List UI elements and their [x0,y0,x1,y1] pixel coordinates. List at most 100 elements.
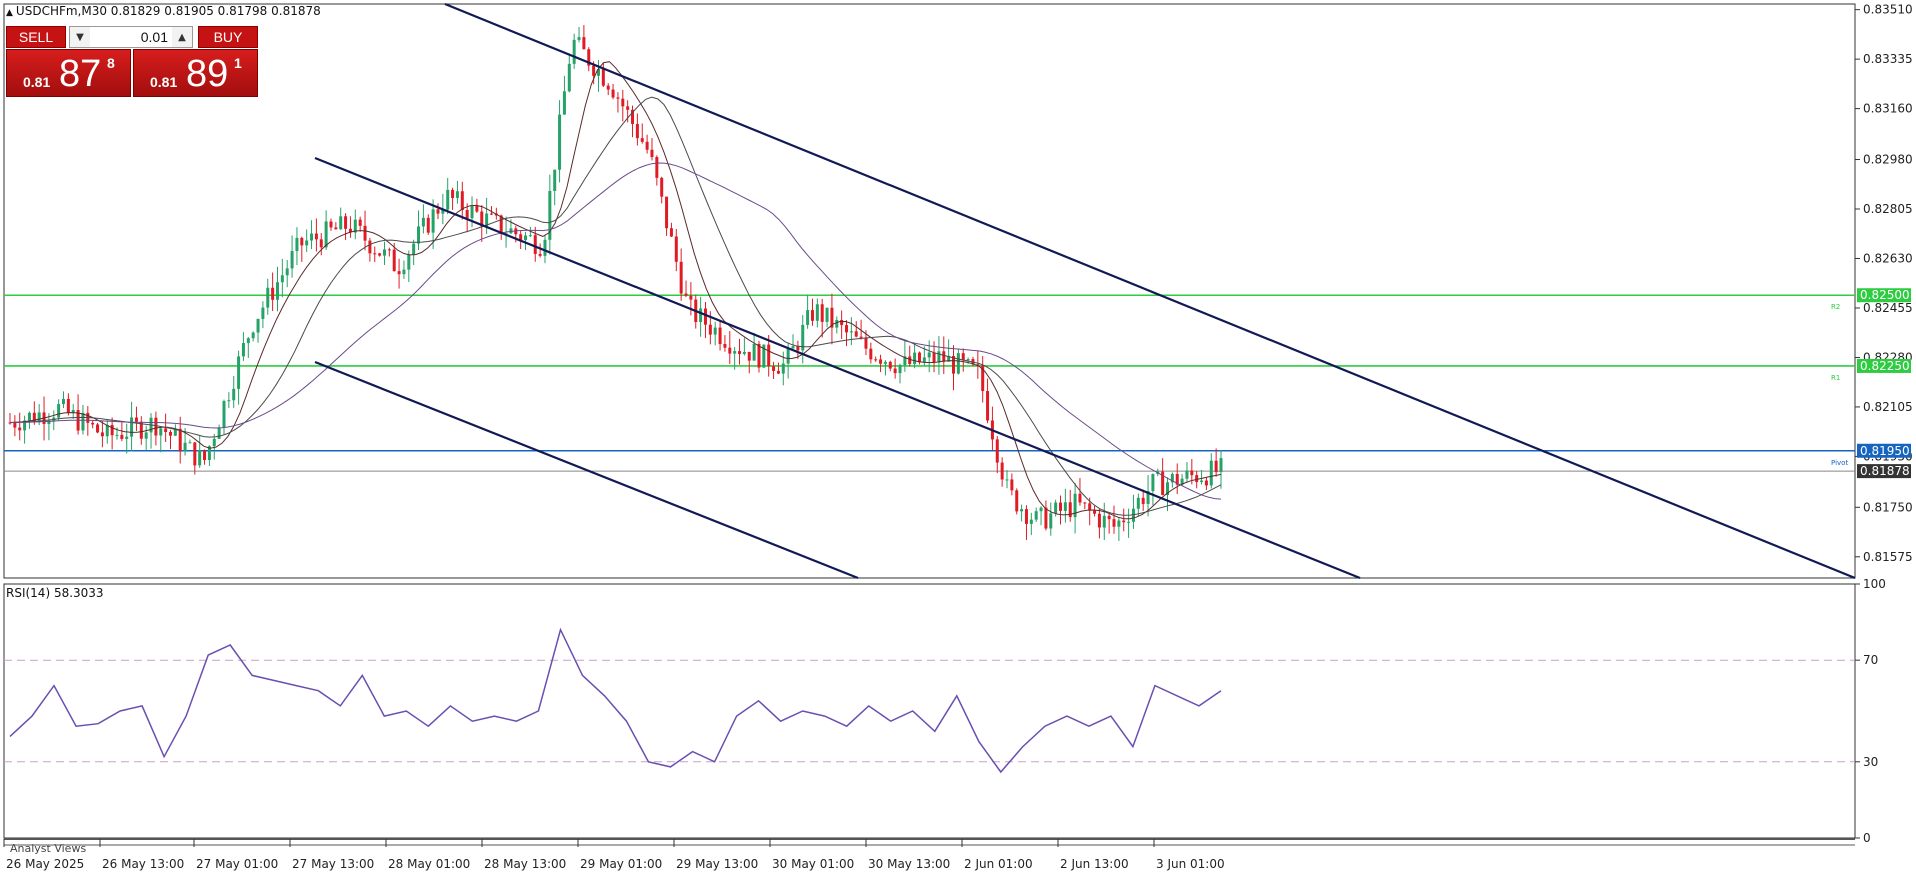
candle-body [1049,513,1053,529]
rsi-tick-label: 100 [1863,577,1886,591]
level-label: 0.81950 [1860,444,1910,458]
candle-body [329,221,333,228]
candle-body [465,209,469,219]
candle-body [728,347,732,354]
candle-body [558,114,562,170]
candle-body [368,240,372,254]
candle-body [275,282,279,300]
candle-body [212,438,216,447]
candle-body [888,361,892,369]
candle-body [1039,507,1043,512]
time-tick-label: 28 May 13:00 [484,857,566,871]
candle-body [178,428,182,452]
candle-body [864,337,868,349]
candle-body [314,233,318,240]
candle-body [917,352,921,363]
candle-body [100,432,104,437]
candle-body [942,351,946,362]
candle-body [168,432,172,436]
candle-body [115,434,119,436]
candle-body [1190,470,1194,476]
time-tick-label: 2 Jun 01:00 [964,857,1033,871]
candle-body [266,287,270,308]
candle-body [567,63,571,92]
candle-body [489,213,493,215]
channel-middle-line [314,156,1361,580]
candle-body [159,428,163,436]
level-label: 0.82500 [1860,288,1910,302]
candle-body [840,319,844,326]
candle-body [246,338,250,344]
time-tick-label: 30 May 13:00 [868,857,950,871]
price-tick-label: 0.83510 [1863,3,1913,17]
candle-body [776,370,780,374]
candle-body [295,237,299,252]
candle-body [937,351,941,363]
candle-body [373,253,377,255]
candle-body [344,216,348,229]
candle-body [421,217,425,227]
candle-body [363,225,367,241]
candle-body [1059,502,1063,511]
candle-body [426,217,430,233]
candle-body [455,191,459,198]
candle-body [650,149,654,158]
candle-body [927,352,931,358]
candle-body [144,432,148,439]
candle-body [869,348,873,360]
time-tick-label: 3 Jun 01:00 [1156,857,1225,871]
candle-body [1054,502,1058,514]
price-tick-label: 0.81750 [1863,500,1913,514]
candle-body [1185,470,1189,479]
candle-body [660,177,664,197]
candle-body [752,343,756,361]
candle-body [280,275,284,283]
price-tick-label: 0.83160 [1863,102,1913,116]
channel-lower-line [314,360,859,580]
candle-body [767,344,771,367]
rsi-tick-label: 30 [1863,755,1878,769]
candle-body [407,254,411,270]
candle-body [699,308,703,323]
candle-body [747,351,751,361]
candle-body [883,361,887,364]
candle-body [742,351,746,354]
candle-body [193,442,197,466]
candle-body [134,417,138,422]
candle-body [640,138,644,142]
candle-body [854,331,858,337]
candle-body [626,106,630,110]
candle-body [645,141,649,150]
candle-body [1010,479,1014,491]
price-panel-frame [3,3,1856,579]
candle-body [499,215,503,234]
price-chart-svg[interactable]: 0.83510 0.83335 0.83160 0.82980 0.82805 0.826… [0,0,1916,874]
candle-body [27,412,31,421]
candle-body [1083,502,1087,504]
candle-body [849,331,853,333]
candle-body [577,37,581,40]
candle-body [66,398,70,413]
candle-body [397,271,401,275]
candle-body [674,236,678,262]
candle-body [324,221,328,248]
candle-body [874,359,878,361]
candle-body [718,327,722,344]
candle-body [791,346,795,349]
candle-body [669,228,673,237]
candle-body [451,189,455,198]
candle-body [387,249,391,251]
candle-body [1195,475,1199,483]
candle-body [217,427,221,439]
candle-body [908,356,912,365]
candle-body [183,442,187,452]
candle-body [966,359,970,361]
level-tag: Pivot [1831,459,1848,467]
candle-body [378,253,382,256]
candle-body [582,37,586,50]
price-tick-label: 0.82630 [1863,251,1913,265]
candle-body [1112,519,1116,527]
candle-body [285,268,289,276]
candle-body [621,98,625,107]
candle-body [188,442,192,444]
